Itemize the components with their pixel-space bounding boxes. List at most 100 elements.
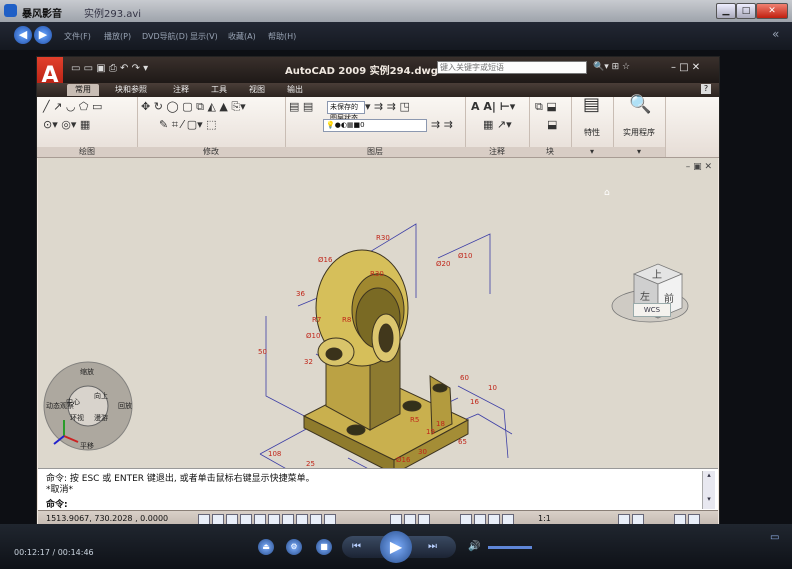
volume-slider[interactable] [488, 546, 532, 549]
dim-label: Ø10 [458, 252, 472, 260]
next-icon[interactable]: ⏭ [428, 541, 437, 552]
volume-icon[interactable]: 🔊 [468, 541, 480, 552]
player-file-name: 实例293.avi [84, 9, 142, 20]
dim-label: 18 [436, 420, 445, 428]
panel-modify-label: 修改 [137, 147, 285, 157]
player-title: 暴风影音 [22, 9, 62, 20]
tab-tools[interactable]: 工具 [203, 84, 235, 96]
dim-label: R30 [376, 234, 390, 242]
command-scrollbar[interactable]: ▴ ▾ [702, 471, 715, 509]
viewcube-top-label: 上 [652, 269, 662, 281]
layer-properties-icon[interactable]: ▤ ▤ [289, 101, 313, 113]
model-part [302, 249, 470, 468]
layer-tools-icon[interactable]: ▾ ⇉ ⇉ ◳ [365, 101, 410, 113]
panel-draw: ╱ ↗ ◡ ⬠ ▭ ⊙▾ ◎▾ ▦ 绘图 [37, 97, 138, 157]
dim-label: 19 [426, 428, 435, 436]
drawing-canvas[interactable]: R30 Ø16 R30 Ø20 Ø10 R7 Ø10 R8 36 32 50 1… [38, 158, 718, 468]
stop-icon[interactable]: ■ [316, 539, 332, 555]
help-icon[interactable]: ? [701, 84, 711, 94]
wheel-rewind: 回放 [118, 401, 132, 410]
layer-select[interactable]: 💡●◐▦■0 [323, 119, 427, 132]
menu-view[interactable]: 显示(V) [190, 31, 218, 42]
ribbon-tabs: 常用 块和参照 注释 工具 视图 输出 ? [37, 83, 719, 97]
help-search-input[interactable] [437, 61, 587, 74]
utilities-dropdown[interactable]: ▾ [613, 147, 665, 157]
fullscreen-icon[interactable]: ▭ [770, 532, 779, 543]
menu-favorites[interactable]: 收藏(A) [228, 31, 256, 42]
dim-label: Ø16 [396, 456, 411, 464]
dim-label: 30 [418, 448, 427, 456]
collapse-icon[interactable]: « [772, 27, 779, 41]
layer-name: 0 [360, 121, 365, 129]
command-history-line: 命令: 按 ESC 或 ENTER 键退出, 或者单击鼠标右键显示快捷菜单。 [46, 474, 315, 484]
tab-blocks[interactable]: 块和参照 [107, 84, 155, 96]
tab-home[interactable]: 常用 [67, 84, 99, 96]
wheel-look: 环视 [70, 413, 84, 422]
panel-draw-label: 绘图 [37, 147, 137, 157]
player-logo-icon [4, 4, 17, 17]
menu-help[interactable]: 帮助(H) [268, 31, 296, 42]
annotation-scale[interactable]: 1:1 [538, 514, 551, 523]
player-menu-bar: ◀ ▶ 文件(F) 播放(P) DVD导航(D) 显示(V) 收藏(A) 帮助(… [0, 22, 792, 50]
dim-label: Ø20 [436, 260, 450, 268]
utilities-label[interactable]: 实用程序 [613, 127, 665, 138]
maximize-button[interactable]: □ [736, 3, 756, 19]
dim-label: R7 [312, 316, 321, 324]
menu-file[interactable]: 文件(F) [64, 31, 91, 42]
minimize-button[interactable]: ▁ [716, 3, 736, 19]
measure-icon[interactable]: 🔍 [629, 96, 651, 114]
circle-icon[interactable]: ⊙▾ ◎▾ ▦ [43, 119, 90, 131]
wcs-menu[interactable]: WCS [633, 303, 671, 317]
panel-layers-label: 图层 [285, 147, 465, 157]
text-icon[interactable]: A A| ⊢▾ [471, 101, 515, 113]
table-icon[interactable]: ▦ ↗▾ [483, 119, 512, 131]
command-history-line: *取消* [46, 485, 74, 495]
search-icon[interactable]: 🔍▾ ⊞ ☆ [593, 62, 630, 72]
coordinates-readout: 1513.9067, 730.2028 , 0.0000 [46, 514, 169, 523]
command-window: 命令: 按 ESC 或 ENTER 键退出, 或者单击鼠标右键显示快捷菜单。 *… [38, 468, 718, 511]
previous-icon[interactable]: ⏮ [352, 541, 361, 552]
wheel-walk: 漫游 [94, 413, 108, 422]
properties-icon[interactable]: ▤ [583, 96, 600, 114]
back-icon[interactable]: ◀ [14, 26, 32, 44]
tab-view[interactable]: 视图 [241, 84, 273, 96]
wheel-pan: 平移 [80, 441, 94, 450]
insert-block-icon[interactable]: ⧉ ⬓ [535, 101, 557, 113]
dim-label: 10 [488, 384, 497, 392]
panel-annotation-label: 注释 [465, 147, 529, 157]
line-icon[interactable]: ╱ ↗ ◡ ⬠ ▭ [43, 101, 102, 113]
command-prompt[interactable]: 命令: [46, 497, 68, 510]
autocad-title: AutoCAD 2009 实例294.dwg [285, 66, 438, 77]
close-button[interactable]: ✕ [756, 3, 788, 19]
player-controls: 00:12:17 / 00:14:46 ⏏ ⚙ ■ ⏮ ▶ ⏭ 🔊 ▭ [0, 524, 792, 569]
ribbon: ╱ ↗ ◡ ⬠ ▭ ⊙▾ ◎▾ ▦ 绘图 ✥ ↻ ◯ ▢ ⧉ ◭ ▲ ⎘▾ ✎ … [37, 96, 719, 158]
layer-state-select[interactable]: 未保存的图层状态 [327, 101, 365, 122]
create-block-icon[interactable]: ⬓ [547, 119, 557, 131]
panel-layers: ▤ ▤ 未保存的图层状态 ▾ ⇉ ⇉ ◳ 💡●◐▦■0 ⇉ ⇉ 图层 [285, 97, 466, 157]
player-title-bar: 暴风影音 实例293.avi ▁ □ ✕ [0, 0, 792, 22]
dim-label: 65 [458, 438, 467, 446]
tab-annotate[interactable]: 注释 [165, 84, 197, 96]
move-icon[interactable]: ✥ ↻ ◯ ▢ ⧉ ◭ ▲ ⎘▾ [141, 101, 246, 113]
panel-annotation: A A| ⊢▾ ▦ ↗▾ 注释 [465, 97, 530, 157]
wheel-zoom: 缩放 [80, 367, 94, 376]
layer-match-icon[interactable]: ⇉ ⇉ [431, 119, 453, 131]
forward-icon[interactable]: ▶ [34, 26, 52, 44]
dim-label: Ø10 [306, 332, 320, 340]
window-controls[interactable]: – □ ✕ [671, 62, 700, 73]
eject-icon[interactable]: ⏏ [258, 539, 274, 555]
properties-label[interactable]: 特性 [571, 127, 613, 138]
properties-dropdown[interactable]: ▾ [571, 147, 613, 157]
settings-icon[interactable]: ⚙ [286, 539, 302, 555]
menu-dvd[interactable]: DVD导航(D) [142, 31, 188, 42]
panel-modify: ✥ ↻ ◯ ▢ ⧉ ◭ ▲ ⎘▾ ✎ ⌗ ⁄ ▢▾ ⬚ 修改 [137, 97, 286, 157]
dim-label: 36 [296, 290, 305, 298]
play-button[interactable]: ▶ [380, 531, 412, 563]
drawing-viewport[interactable]: – ▣ ✕ ⌂ R30 Ø16 R30 Ø20 Ø10 R7 Ø10 R8 36… [38, 158, 718, 468]
panel-block: ⧉ ⬓ ⬓ 块 [529, 97, 572, 157]
dim-label: 108 [268, 450, 281, 458]
menu-play[interactable]: 播放(P) [104, 31, 131, 42]
quick-access-toolbar[interactable]: ▭ ▭ ▣ ⎙ ↶ ↷ ▾ [71, 63, 148, 74]
tab-output[interactable]: 输出 [279, 84, 311, 96]
trim-icon[interactable]: ✎ ⌗ ⁄ ▢▾ ⬚ [159, 119, 217, 131]
